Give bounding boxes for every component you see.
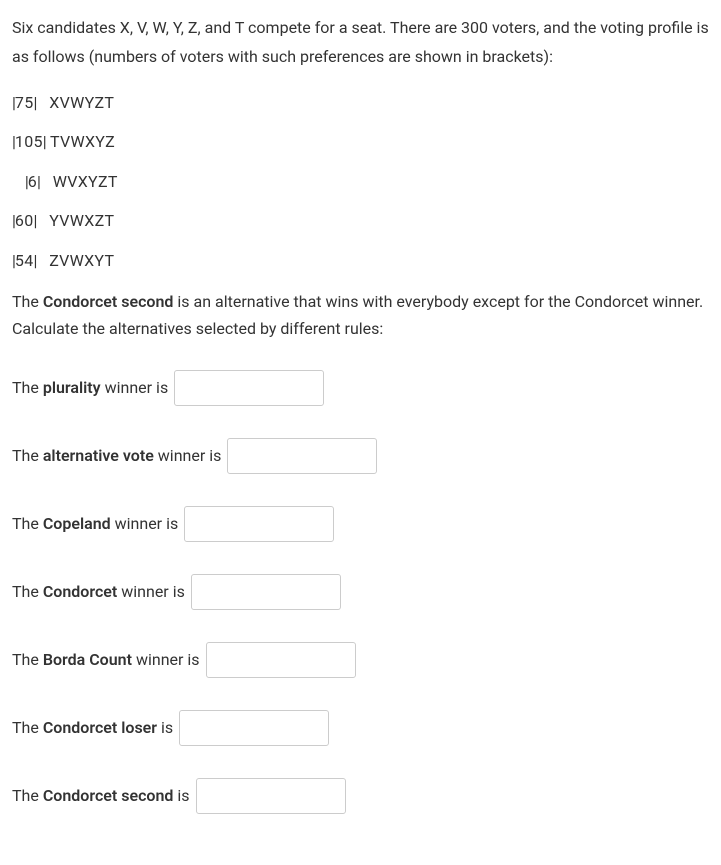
question-borda: The Borda Count winner is [12, 642, 709, 678]
question-condorcet-loser: The Condorcet loser is [12, 710, 709, 746]
question-alternative-vote: The alternative vote winner is [12, 438, 709, 474]
question-label: The Condorcet second is [12, 783, 190, 809]
question-condorcet-second: The Condorcet second is [12, 778, 709, 814]
alternative-vote-input[interactable] [227, 438, 377, 474]
question-label: The Borda Count winner is [12, 647, 200, 673]
question-condorcet: The Condorcet winner is [12, 574, 709, 610]
intro-text: Six candidates X, V, W, Y, Z, and T comp… [12, 14, 709, 72]
profile-row: |54| ZVWXYT [12, 248, 709, 274]
profile-row: |75| XVWYZT [12, 90, 709, 116]
copeland-input[interactable] [184, 506, 334, 542]
question-plurality: The plurality winner is [12, 370, 709, 406]
condorcet-loser-input[interactable] [179, 710, 329, 746]
voting-profile: |75| XVWYZT |105| TVWXYZ |6| WVXYZT |60|… [12, 90, 709, 274]
condorcet-second-input[interactable] [196, 778, 346, 814]
borda-input[interactable] [206, 642, 356, 678]
question-label: The Condorcet winner is [12, 579, 185, 605]
description-text: The Condorcet second is an alternative t… [12, 288, 709, 342]
question-label: The Copeland winner is [12, 511, 178, 537]
profile-row: |6| WVXYZT [12, 169, 709, 195]
question-label: The plurality winner is [12, 375, 168, 401]
plurality-input[interactable] [174, 370, 324, 406]
profile-row: |105| TVWXYZ [12, 129, 709, 155]
question-copeland: The Copeland winner is [12, 506, 709, 542]
condorcet-input[interactable] [191, 574, 341, 610]
question-label: The alternative vote winner is [12, 443, 221, 469]
profile-row: |60| YVWXZT [12, 208, 709, 234]
question-label: The Condorcet loser is [12, 715, 173, 741]
